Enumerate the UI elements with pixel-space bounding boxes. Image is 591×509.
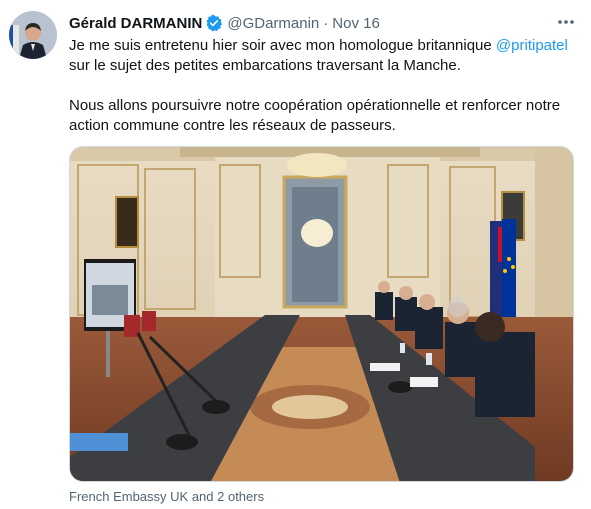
tweet-header: Gérald DARMANIN @GDarmanin · Nov 16	[69, 13, 380, 33]
tweet-photo[interactable]	[69, 146, 574, 482]
tweet-paragraph-2: Nous allons poursuivre notre coopération…	[69, 97, 561, 134]
tweet[interactable]: Gérald DARMANIN @GDarmanin · Nov 16 Je m…	[0, 0, 591, 509]
avatar-image	[9, 11, 57, 59]
text-segment: Je me suis entretenu hier soir avec mon …	[69, 37, 496, 54]
mention-link[interactable]: @pritipatel	[496, 37, 568, 54]
author-name[interactable]: Gérald DARMANIN	[69, 15, 202, 32]
tweet-text: Je me suis entretenu hier soir avec mon …	[69, 36, 574, 136]
verified-badge-icon	[205, 14, 223, 32]
tweet-date[interactable]: Nov 16	[332, 15, 380, 32]
author-avatar[interactable]	[9, 11, 57, 59]
meeting-room-photo	[70, 147, 573, 481]
author-handle[interactable]: @GDarmanin	[227, 15, 319, 32]
tagged-users[interactable]: French Embassy UK and 2 others	[69, 489, 264, 504]
more-options-icon[interactable]	[556, 12, 576, 32]
text-segment: sur le sujet des petites embarcations tr…	[69, 57, 461, 74]
tweet-paragraph-1: Je me suis entretenu hier soir avec mon …	[69, 36, 574, 76]
header-separator: ·	[323, 14, 329, 32]
